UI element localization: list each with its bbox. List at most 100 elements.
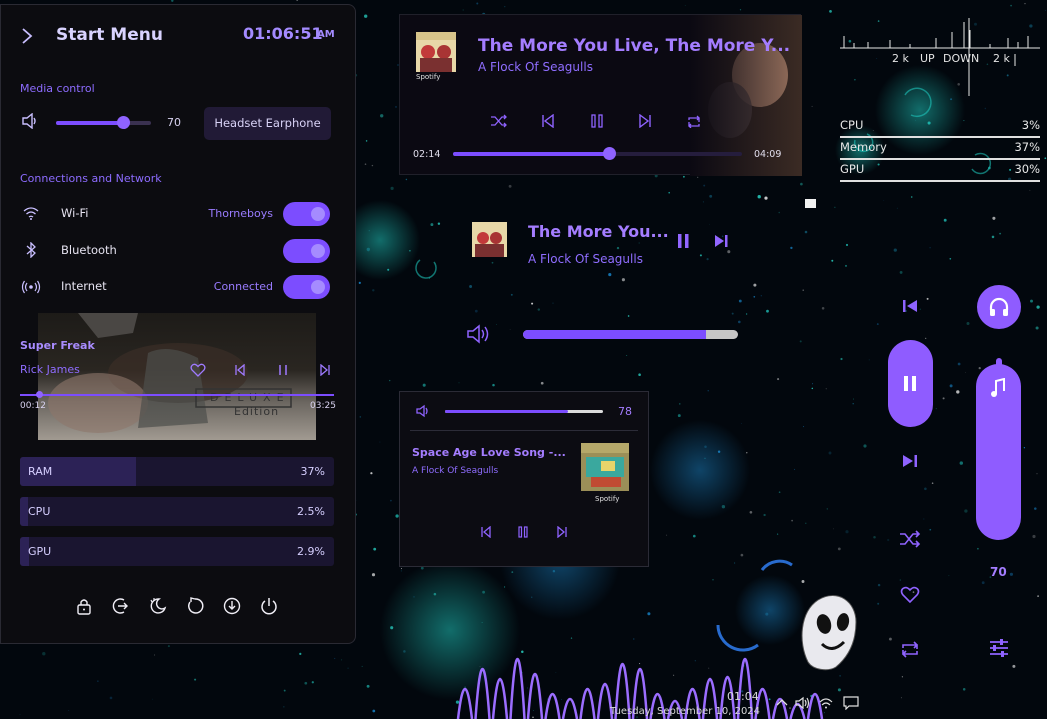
previous-icon[interactable] xyxy=(480,526,492,538)
cpu-usage-fill xyxy=(20,497,28,526)
wifi-toggle[interactable] xyxy=(283,202,330,226)
audio-device-button[interactable]: Headset Earphone xyxy=(204,107,331,140)
next-icon[interactable] xyxy=(638,114,652,128)
seek-bar-thumb[interactable] xyxy=(603,147,617,160)
side-volume-slider[interactable] xyxy=(976,364,1021,540)
wallpaper-star xyxy=(1030,299,1033,303)
gpu-usage-bar: GPU 2.9% xyxy=(20,537,334,566)
previous-icon[interactable] xyxy=(902,298,918,314)
side-pause-button[interactable] xyxy=(888,340,933,427)
speaker-icon[interactable] xyxy=(795,696,811,710)
lock-icon[interactable] xyxy=(75,597,93,615)
pause-icon[interactable] xyxy=(590,114,604,128)
wallpaper-star xyxy=(956,390,960,394)
wallpaper-star xyxy=(863,444,867,448)
heart-icon[interactable] xyxy=(900,586,920,604)
wallpaper-star xyxy=(389,379,391,382)
sysmon-label: Memory xyxy=(840,140,887,154)
wallpaper-star xyxy=(496,324,497,325)
next-icon[interactable] xyxy=(902,453,918,469)
shuffle-icon[interactable] xyxy=(490,114,508,128)
hibernate-icon[interactable] xyxy=(223,597,241,615)
wallpaper-star xyxy=(521,650,524,653)
notifications-icon[interactable] xyxy=(843,696,859,710)
bluetooth-toggle[interactable] xyxy=(283,239,330,263)
network-icon[interactable] xyxy=(819,697,833,709)
sleep-icon[interactable] xyxy=(149,597,167,615)
volume-slider-thumb[interactable] xyxy=(116,116,130,129)
internet-status: Connected xyxy=(213,280,273,293)
wallpaper-star xyxy=(626,355,628,357)
wallpaper-star xyxy=(931,482,934,485)
wallpaper-star xyxy=(852,398,854,400)
power-icon[interactable] xyxy=(260,597,278,615)
heart-icon[interactable] xyxy=(190,363,206,377)
headphones-button[interactable] xyxy=(977,285,1021,329)
small-volume-slider[interactable] xyxy=(445,410,603,413)
wallpaper-star xyxy=(647,612,651,616)
wallpaper-star xyxy=(458,382,460,384)
sign-out-icon[interactable] xyxy=(112,597,130,615)
wallpaper-star xyxy=(901,676,904,678)
wallpaper-star xyxy=(639,663,641,665)
wallpaper-star xyxy=(405,178,408,181)
volume-icon[interactable] xyxy=(416,404,432,418)
previous-icon[interactable] xyxy=(541,114,555,128)
wallpaper-star xyxy=(763,513,766,517)
internet-label: Internet xyxy=(61,279,107,293)
wallpaper-star xyxy=(1010,4,1012,7)
wallpaper-star xyxy=(42,652,46,656)
small-track-artist: A Flock Of Seagulls xyxy=(412,466,499,476)
wallpaper-star xyxy=(802,289,804,291)
wallpaper-star xyxy=(707,390,709,392)
pause-icon[interactable] xyxy=(675,233,691,249)
volume-value: 70 xyxy=(167,116,181,129)
wallpaper-star xyxy=(1024,3,1026,5)
seek-bar[interactable] xyxy=(453,147,742,160)
chevron-right-icon[interactable] xyxy=(20,27,34,45)
wallpaper-star xyxy=(776,533,779,535)
track-progress-thumb[interactable] xyxy=(35,391,43,398)
desktop-icon[interactable] xyxy=(805,199,816,208)
wallpaper-star xyxy=(873,535,876,539)
track-progress-bar[interactable] xyxy=(20,391,334,398)
pause-icon[interactable] xyxy=(517,526,529,538)
repeat-icon[interactable] xyxy=(686,114,702,128)
volume-slider[interactable] xyxy=(56,116,151,129)
pause-icon[interactable] xyxy=(277,364,289,376)
repeat-icon[interactable] xyxy=(899,640,921,658)
next-icon[interactable] xyxy=(556,526,568,538)
equalizer-icon[interactable] xyxy=(988,638,1010,658)
download-label: DOWN xyxy=(943,52,980,65)
clock-ampm: AM xyxy=(317,29,335,40)
shuffle-icon[interactable] xyxy=(899,530,921,548)
internet-toggle[interactable] xyxy=(283,275,330,299)
previous-icon[interactable] xyxy=(234,364,246,376)
small-volume-value: 78 xyxy=(618,405,632,418)
wallpaper-star xyxy=(812,383,814,385)
wallpaper-star xyxy=(821,307,825,310)
volume-icon[interactable] xyxy=(21,113,39,129)
media-section-label: Media control xyxy=(20,82,95,95)
chevron-up-icon[interactable] xyxy=(776,697,788,707)
next-icon[interactable] xyxy=(713,234,729,248)
wallpaper-star xyxy=(845,264,847,267)
sysmon-value: 30% xyxy=(1014,162,1040,176)
wallpaper-star xyxy=(702,201,704,203)
wallpaper-star xyxy=(791,519,793,522)
wallpaper-star xyxy=(753,283,757,287)
wallpaper-star xyxy=(991,235,995,239)
wallpaper-star xyxy=(532,716,534,719)
ram-label: RAM xyxy=(28,465,53,478)
wallpaper-star xyxy=(390,499,392,502)
wallpaper-star xyxy=(893,248,897,252)
volume-icon[interactable] xyxy=(466,324,492,344)
wallpaper-star xyxy=(984,107,987,110)
compact-volume-slider[interactable] xyxy=(523,330,738,339)
next-icon[interactable] xyxy=(319,364,331,376)
taskbar-date: Tuesday, September 10, 2024 xyxy=(610,706,761,717)
wallpaper-star xyxy=(834,206,836,208)
wallpaper-star xyxy=(283,689,286,692)
wallpaper-star xyxy=(1045,9,1046,11)
restart-icon[interactable] xyxy=(186,597,204,615)
